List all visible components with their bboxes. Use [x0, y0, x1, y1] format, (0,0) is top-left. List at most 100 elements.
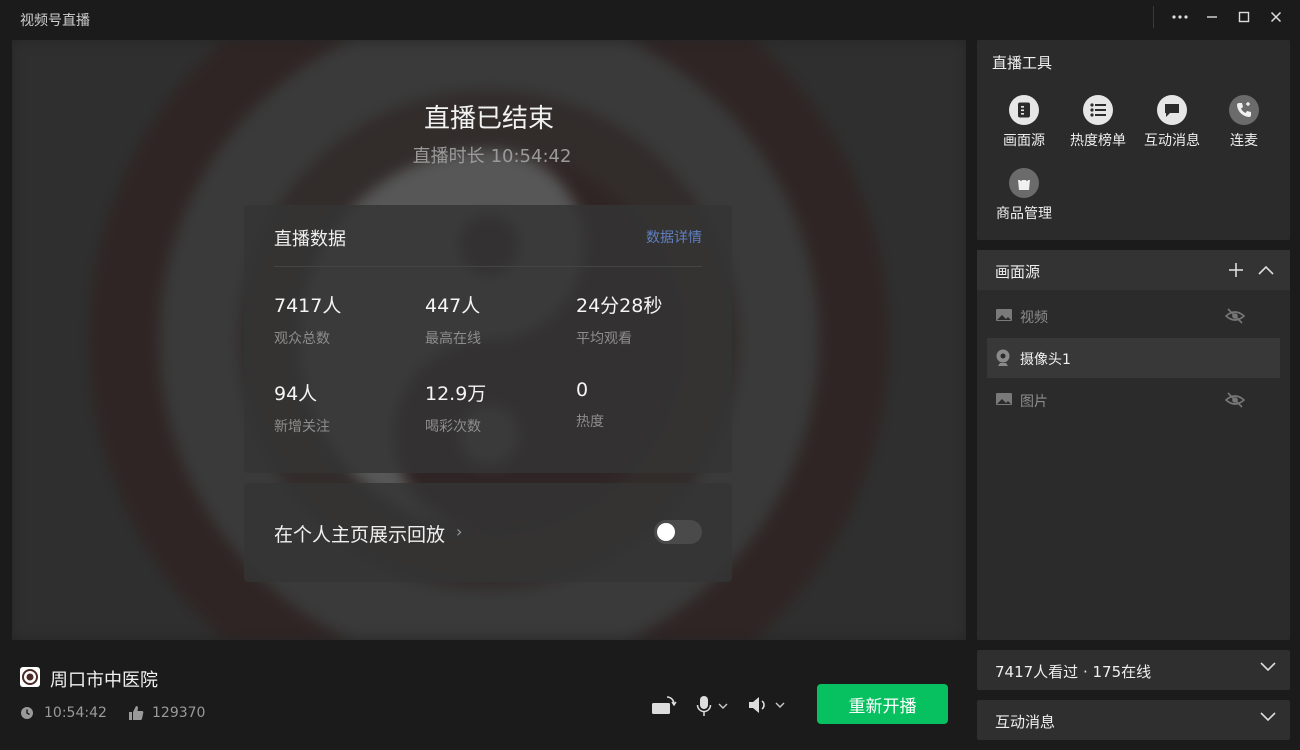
hospital-logo-icon: [22, 669, 38, 685]
chevron-down-icon[interactable]: [1260, 712, 1276, 722]
list-icon: [1083, 95, 1113, 125]
camera-icon: [996, 349, 1010, 366]
microphone-button[interactable]: [696, 695, 728, 717]
data-detail-link[interactable]: 数据详情: [646, 227, 702, 247]
source-item-camera[interactable]: 摄像头1: [987, 338, 1280, 378]
messages-panel[interactable]: 互动消息: [977, 700, 1290, 740]
chevron-down-icon[interactable]: [1260, 662, 1276, 672]
likes-meta: 129370: [128, 705, 205, 721]
close-button[interactable]: [1260, 4, 1292, 30]
source-label: 视频: [1020, 310, 1048, 326]
stat-value: 447人: [425, 295, 481, 317]
rotate-button[interactable]: [651, 695, 677, 717]
stat-label: 热度: [576, 414, 604, 430]
live-tools-panel: 直播工具 画面源 热度榜单 互动消息 连麦 商品管理: [977, 40, 1290, 240]
stat-cheers: 12.9万 喝彩次数: [425, 379, 575, 436]
chevron-up-icon[interactable]: [1258, 265, 1274, 275]
chevron-down-icon[interactable]: [775, 701, 785, 709]
likes-count: 129370: [152, 705, 206, 721]
shopping-bag-icon: [1009, 168, 1039, 198]
source-item-image[interactable]: 图片: [987, 380, 1280, 420]
live-preview-stage: 直播已结束 直播时长 10:54:42 直播数据 数据详情 7417人 观众总数 …: [12, 40, 966, 640]
stat-label: 新增关注: [274, 419, 330, 435]
replay-setting-card: 在个人主页展示回放 ›: [244, 483, 732, 582]
viewers-panel[interactable]: 7417人看过 · 175在线: [977, 650, 1290, 690]
stat-avg-watch: 24分28秒 平均观看: [576, 291, 726, 348]
stat-value: 0: [576, 379, 589, 401]
maximize-button[interactable]: [1228, 4, 1260, 30]
chevron-right-icon[interactable]: ›: [456, 522, 462, 541]
viewers-summary: 7417人看过 · 175在线: [995, 663, 1152, 681]
speaker-icon: [749, 697, 765, 713]
stat-label: 最高在线: [425, 331, 481, 347]
replay-setting-label[interactable]: 在个人主页展示回放: [274, 520, 445, 547]
messages-title: 互动消息: [995, 713, 1056, 731]
more-icon: [1172, 15, 1188, 19]
stat-heat: 0 热度: [576, 379, 726, 431]
stat-label: 平均观看: [576, 331, 632, 347]
stat-value: 12.9万: [425, 383, 487, 405]
source-label: 摄像头1: [1020, 352, 1071, 368]
divider: [1153, 6, 1154, 28]
bottom-bar: 周口市中医院 10:54:42 129370 重新开播: [0, 645, 970, 750]
stat-value: 94人: [274, 383, 318, 405]
close-icon: [1270, 11, 1282, 23]
eye-off-icon[interactable]: [1225, 392, 1245, 408]
toggle-knob: [657, 523, 675, 541]
image-icon: [996, 309, 1012, 321]
clock-icon: [21, 707, 33, 719]
channel-avatar: [20, 667, 40, 687]
speaker-button[interactable]: [747, 695, 785, 715]
restart-live-button[interactable]: 重新开播: [817, 684, 948, 724]
live-duration-meta: 10:54:42: [20, 705, 107, 721]
stat-label: 观众总数: [274, 331, 330, 347]
tool-co-host[interactable]: 连麦: [1206, 95, 1282, 150]
duration-text: 10:54:42: [44, 705, 107, 721]
source-item-video[interactable]: 视频: [987, 296, 1280, 336]
more-button[interactable]: [1164, 4, 1196, 30]
document-icon: [1009, 95, 1039, 125]
minimize-button[interactable]: [1196, 4, 1228, 30]
tool-video-source[interactable]: 画面源: [986, 95, 1062, 150]
replay-toggle[interactable]: [654, 520, 702, 544]
add-icon[interactable]: [1228, 262, 1244, 278]
source-panel-header: 画面源: [977, 250, 1290, 290]
duration-value: 10:54:42: [490, 146, 572, 167]
live-ended-title: 直播已结束: [423, 104, 554, 134]
microphone-icon: [696, 696, 712, 716]
maximize-icon: [1238, 11, 1250, 23]
minimize-icon: [1207, 16, 1217, 18]
tool-label: 互动消息: [1144, 133, 1200, 149]
tool-label: 商品管理: [996, 206, 1052, 222]
source-panel-title: 画面源: [995, 263, 1041, 281]
title-bar: 视频号直播: [0, 0, 1300, 36]
chat-icon: [1157, 95, 1187, 125]
video-source-panel: 画面源 视频 摄像头1 图片: [977, 250, 1290, 640]
thumbs-up-icon: [129, 706, 144, 720]
eye-off-icon[interactable]: [1225, 308, 1245, 324]
phone-call-icon: [1229, 95, 1259, 125]
stat-label: 喝彩次数: [425, 419, 481, 435]
tool-interactive-messages[interactable]: 互动消息: [1134, 95, 1210, 150]
live-data-header: 直播数据 数据详情: [274, 225, 702, 267]
live-data-card: 直播数据 数据详情 7417人 观众总数 447人 最高在线 24分28秒 平均…: [244, 205, 732, 473]
window-controls: [1153, 4, 1292, 30]
live-data-title: 直播数据: [274, 229, 346, 250]
stat-peak-online: 447人 最高在线: [425, 291, 575, 348]
chevron-down-icon[interactable]: [718, 702, 728, 710]
tool-label: 热度榜单: [1070, 133, 1126, 149]
rotate-screen-icon: [652, 696, 677, 714]
tool-heat-ranking[interactable]: 热度榜单: [1060, 95, 1136, 150]
source-label: 图片: [1020, 394, 1048, 410]
tool-label: 连麦: [1230, 133, 1258, 149]
tool-label: 画面源: [1003, 133, 1045, 149]
live-duration: 直播时长 10:54:42: [12, 142, 966, 168]
stat-total-viewers: 7417人 观众总数: [274, 291, 424, 348]
tools-title: 直播工具: [992, 54, 1053, 72]
app-title: 视频号直播: [20, 13, 90, 29]
tool-product-management[interactable]: 商品管理: [986, 168, 1062, 223]
stat-new-followers: 94人 新增关注: [274, 379, 424, 436]
stat-value: 7417人: [274, 295, 342, 317]
stat-value: 24分28秒: [576, 295, 663, 317]
image-icon: [996, 393, 1012, 405]
